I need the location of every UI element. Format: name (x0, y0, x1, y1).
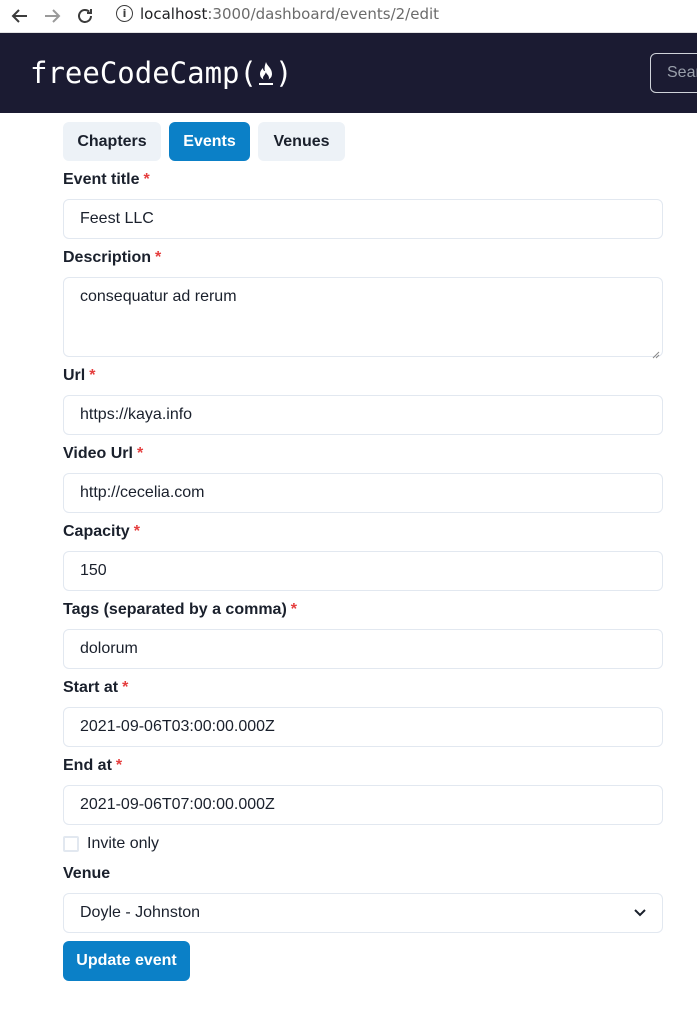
back-arrow-icon[interactable] (8, 4, 32, 28)
logo-close-paren: ) (274, 56, 293, 90)
end-at-value: 2021-09-06T07:00:00.000Z (80, 796, 275, 813)
url-label-text: Url (63, 367, 86, 384)
tags-value: dolorum (80, 640, 138, 657)
required-mark: * (136, 445, 144, 462)
url-path: :3000/dashboard/events/2/edit (207, 5, 440, 23)
description-textarea[interactable]: consequatur ad rerum (63, 277, 663, 359)
required-mark: * (115, 757, 123, 774)
venue-label-text: Venue (63, 865, 111, 882)
event-title-label-text: Event title (63, 171, 140, 188)
address-bar[interactable]: localhost:3000/dashboard/events/2/edit (140, 4, 439, 24)
url-label: Url * (63, 366, 95, 386)
venue-label: Venue (63, 864, 110, 884)
update-event-button[interactable]: Update event (63, 941, 190, 981)
invite-only-label[interactable]: Invite only (87, 835, 159, 853)
tab-chapters[interactable]: Chapters (63, 122, 161, 161)
capacity-input[interactable]: 150 (63, 551, 663, 591)
site-info-icon[interactable]: i (116, 5, 133, 22)
forward-arrow-icon[interactable] (40, 4, 64, 28)
capacity-label: Capacity * (63, 522, 140, 542)
description-value: consequatur ad rerum (80, 288, 237, 305)
logo-text: freeCodeCamp( (30, 56, 257, 90)
description-label-text: Description (63, 249, 152, 266)
capacity-value: 150 (80, 562, 107, 579)
resize-handle-icon[interactable] (652, 346, 660, 359)
event-title-input[interactable]: Feest LLC (63, 199, 663, 239)
event-title-label: Event title * (63, 170, 150, 190)
end-at-label-text: End at (63, 757, 112, 774)
required-mark: * (122, 679, 129, 696)
start-at-label: Start at * (63, 678, 128, 698)
required-mark: * (89, 367, 96, 384)
search-input[interactable]: Sear (650, 53, 697, 93)
url-input[interactable]: https://kaya.info (63, 395, 663, 435)
end-at-label: End at * (63, 756, 122, 776)
required-mark: * (290, 601, 298, 618)
required-mark: * (133, 523, 140, 540)
app-header: freeCodeCamp( ) Sear (0, 33, 697, 113)
required-mark: * (155, 249, 162, 266)
start-at-value: 2021-09-06T03:00:00.000Z (80, 718, 275, 735)
url-host: localhost (140, 5, 208, 23)
flame-icon (257, 60, 275, 86)
venue-select[interactable]: Doyle - Johnston (63, 893, 663, 933)
invite-only-checkbox[interactable] (63, 836, 79, 852)
tab-events[interactable]: Events (169, 122, 250, 161)
invite-only-row[interactable]: Invite only (63, 834, 159, 854)
tags-label-text: Tags (separated by a comma) (63, 601, 287, 618)
video-url-label-text: Video Url (63, 445, 133, 462)
event-title-value: Feest LLC (80, 210, 154, 227)
video-url-label: Video Url * (63, 444, 143, 464)
chevron-down-icon (634, 909, 646, 917)
capacity-label-text: Capacity (63, 523, 130, 540)
tags-input[interactable]: dolorum (63, 629, 663, 669)
venue-selected-value: Doyle - Johnston (80, 904, 201, 921)
tab-venues[interactable]: Venues (258, 122, 345, 161)
start-at-input[interactable]: 2021-09-06T03:00:00.000Z (63, 707, 663, 747)
url-value: https://kaya.info (80, 406, 193, 423)
video-url-value: http://cecelia.com (80, 484, 205, 501)
start-at-label-text: Start at (63, 679, 119, 696)
required-mark: * (143, 171, 150, 188)
freecodecamp-logo[interactable]: freeCodeCamp( ) (30, 53, 292, 93)
end-at-input[interactable]: 2021-09-06T07:00:00.000Z (63, 785, 663, 825)
description-label: Description * (63, 248, 161, 268)
tags-label: Tags (separated by a comma) * (63, 600, 297, 620)
browser-toolbar: i localhost:3000/dashboard/events/2/edit (0, 0, 697, 33)
reload-icon[interactable] (73, 4, 97, 28)
video-url-input[interactable]: http://cecelia.com (63, 473, 663, 513)
